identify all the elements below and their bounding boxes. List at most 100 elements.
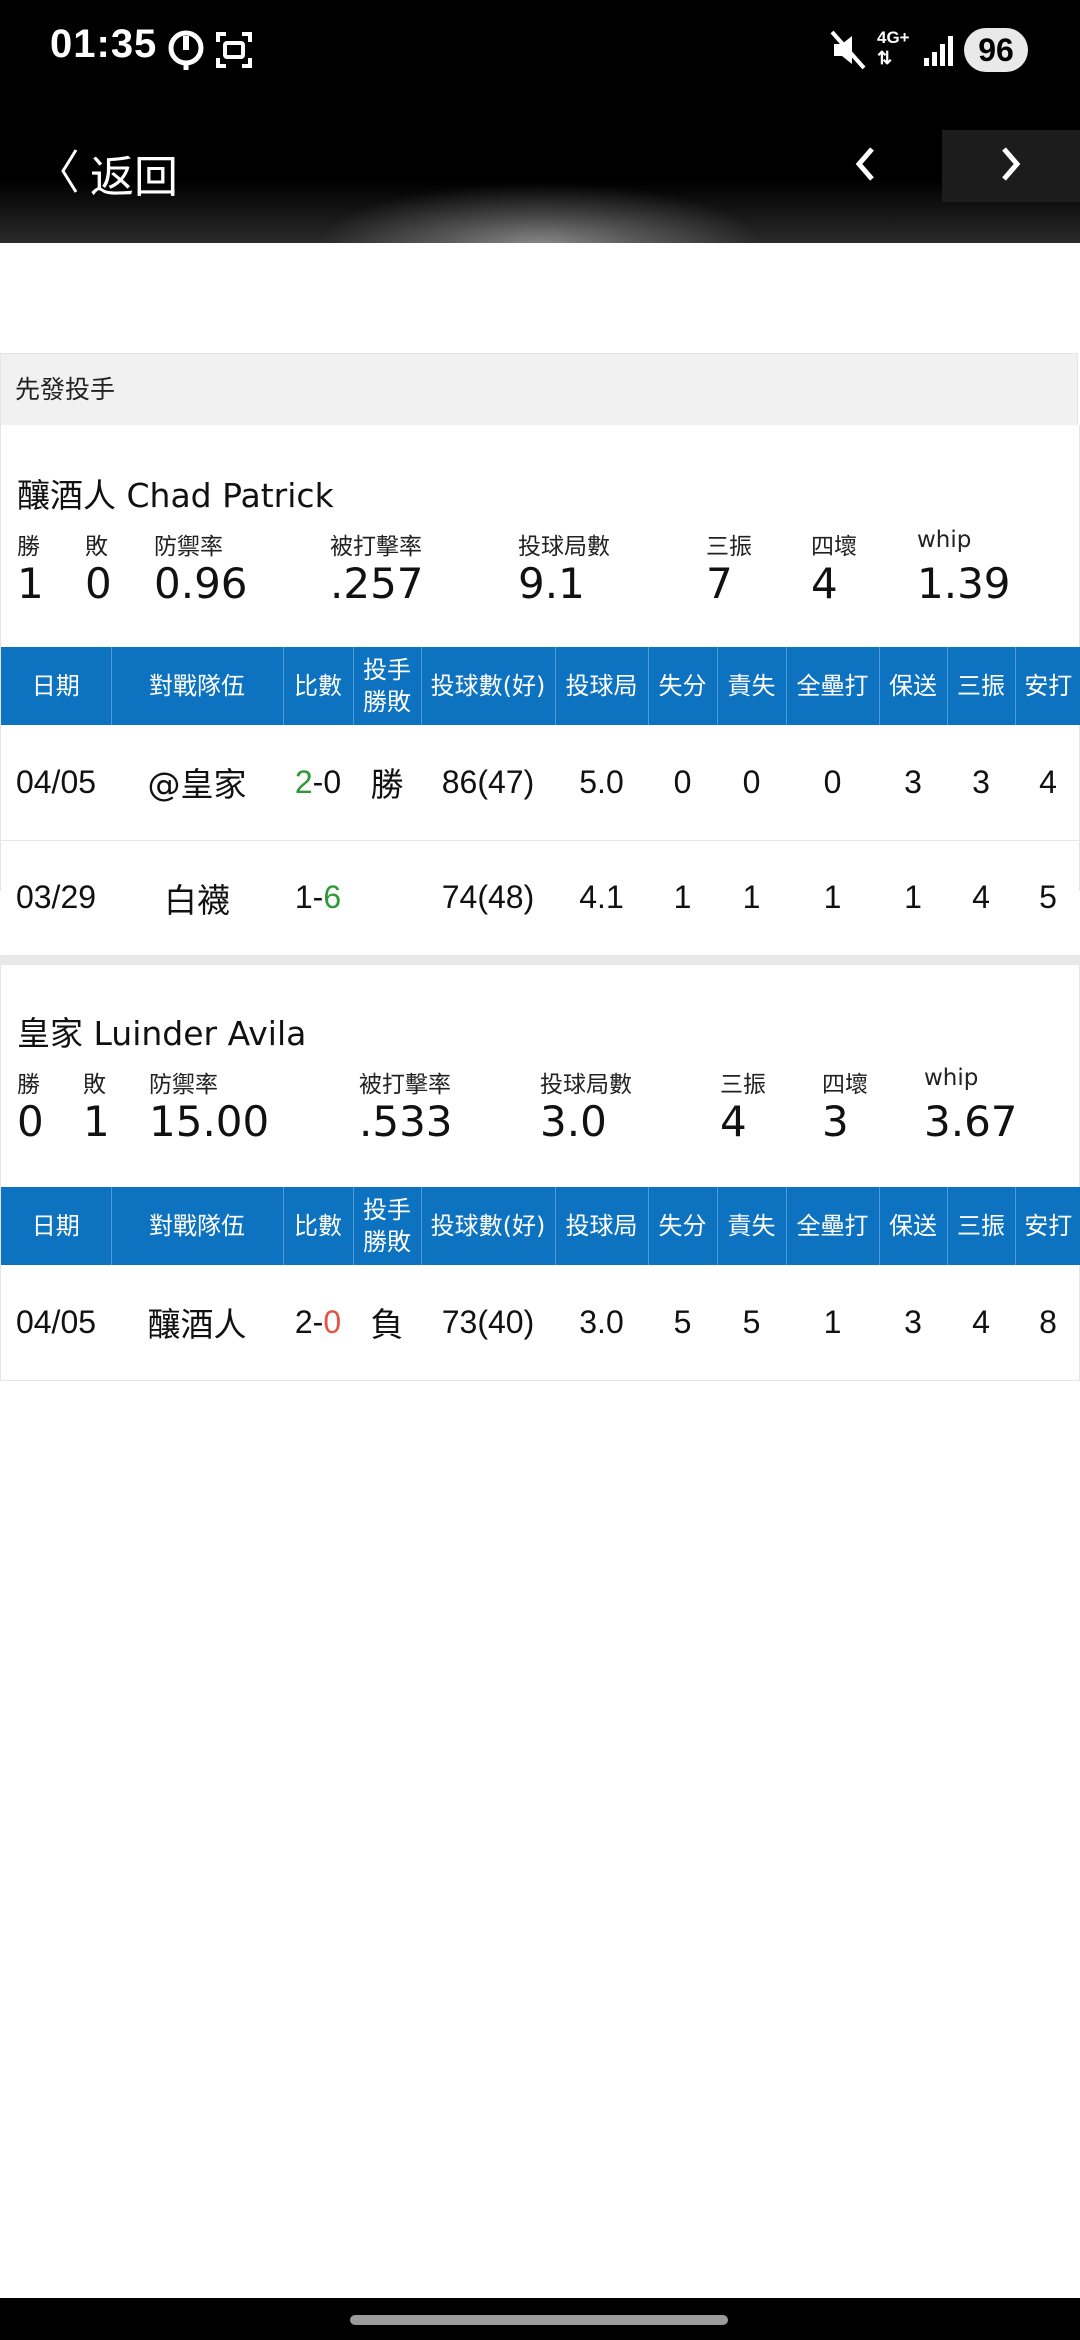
stat-value-avg: .533 bbox=[359, 1097, 453, 1146]
stat-label-so: 三振 bbox=[720, 1072, 766, 1098]
col-header-date: 日期 bbox=[1, 647, 112, 725]
section-divider bbox=[0, 956, 1080, 965]
cell-score: 1-6 bbox=[283, 840, 353, 956]
cell-ip: 5.0 bbox=[555, 725, 648, 841]
cell-date: 04/05 bbox=[1, 1265, 111, 1381]
table-row[interactable]: 03/29 白襪 1-6 74(48) 4.1 1 1 1 1 4 5 bbox=[1, 840, 1080, 956]
col-header-runs: 失分 bbox=[648, 647, 718, 725]
stat-label-losses: 敗 bbox=[85, 534, 108, 560]
cell-hits: 5 bbox=[1015, 840, 1080, 956]
stat-label-losses: 敗 bbox=[83, 1072, 106, 1098]
col-header-runs: 失分 bbox=[648, 1187, 718, 1265]
col-header-score: 比數 bbox=[283, 647, 354, 725]
network-4g-icon: 4G+ ⇅ bbox=[877, 28, 910, 68]
chevron-right-icon bbox=[998, 144, 1024, 188]
chevron-left-icon bbox=[58, 146, 80, 200]
cell-bb: 3 bbox=[879, 1265, 947, 1381]
table-header-row: 日期 對戰隊伍 比數 投手勝敗 投球數(好) 投球局 失分 責失 全壘打 保送 … bbox=[1, 647, 1080, 725]
pitcher-name: 皇家 Luinder Avila bbox=[17, 1014, 307, 1053]
stat-label-wins: 勝 bbox=[17, 1072, 40, 1098]
cell-opponent: @皇家 bbox=[111, 725, 283, 841]
game-log-table: 日期 對戰隊伍 比數 投手勝敗 投球數(好) 投球局 失分 責失 全壘打 保送 … bbox=[1, 1187, 1080, 1381]
table-row[interactable]: 04/05 @皇家 2-0 勝 86(47) 5.0 0 0 0 3 3 4 bbox=[1, 725, 1080, 841]
back-label: 返回 bbox=[90, 152, 178, 203]
stat-label-whip: whip bbox=[924, 1065, 979, 1091]
cell-score: 2-0 bbox=[283, 725, 353, 841]
game-log-table: 日期 對戰隊伍 比數 投手勝敗 投球數(好) 投球局 失分 責失 全壘打 保送 … bbox=[1, 647, 1080, 956]
cell-decision: 負 bbox=[353, 1265, 421, 1381]
stat-value-ip: 9.1 bbox=[518, 559, 585, 608]
stat-value-so: 7 bbox=[706, 559, 733, 608]
stat-value-bb: 3 bbox=[822, 1097, 849, 1146]
status-time: 01:35 bbox=[50, 22, 158, 66]
next-button[interactable] bbox=[942, 130, 1080, 202]
col-header-bb: 保送 bbox=[879, 1187, 948, 1265]
battery-indicator: 96 bbox=[964, 28, 1028, 72]
cell-pitches: 74(48) bbox=[421, 840, 555, 956]
screenshot-icon bbox=[214, 28, 254, 76]
cell-so: 4 bbox=[947, 1265, 1015, 1381]
cell-opponent: 白襪 bbox=[111, 840, 283, 956]
table-header-row: 日期 對戰隊伍 比數 投手勝敗 投球數(好) 投球局 失分 責失 全壘打 保送 … bbox=[1, 1187, 1080, 1265]
pitcher-card: 皇家 Luinder Avila 勝 敗 防禦率 被打擊率 投球局數 三振 四壞… bbox=[0, 965, 1080, 1381]
stat-label-whip: whip bbox=[917, 527, 972, 553]
cell-hr: 0 bbox=[786, 725, 879, 841]
previous-button[interactable] bbox=[825, 130, 905, 202]
score-b: 6 bbox=[323, 879, 342, 915]
cell-runs: 1 bbox=[648, 840, 717, 956]
stat-value-era: 0.96 bbox=[154, 559, 248, 608]
cell-opponent: 釀酒人 bbox=[111, 1265, 283, 1381]
stat-label-era: 防禦率 bbox=[154, 534, 223, 560]
score-b: 0 bbox=[323, 763, 342, 800]
home-indicator[interactable] bbox=[350, 2315, 728, 2325]
col-header-decision-label: 投手勝敗 bbox=[363, 656, 411, 716]
col-header-bb: 保送 bbox=[879, 647, 948, 725]
score-a: 2 bbox=[294, 763, 313, 800]
cell-bb: 1 bbox=[879, 840, 947, 956]
cell-date: 04/05 bbox=[1, 725, 111, 841]
stat-label-so: 三振 bbox=[706, 534, 752, 560]
stat-value-so: 4 bbox=[720, 1097, 747, 1146]
cell-runs: 0 bbox=[648, 725, 717, 841]
col-header-earned-runs: 責失 bbox=[717, 647, 787, 725]
cell-earned-runs: 1 bbox=[717, 840, 786, 956]
cell-hr: 1 bbox=[786, 840, 879, 956]
cell-date: 03/29 bbox=[1, 840, 111, 956]
cell-so: 4 bbox=[947, 840, 1015, 956]
col-header-earned-runs: 責失 bbox=[717, 1187, 787, 1265]
cell-ip: 4.1 bbox=[555, 840, 648, 956]
section-title: 先發投手 bbox=[0, 353, 1078, 425]
cell-ip: 3.0 bbox=[555, 1265, 648, 1381]
col-header-hits: 安打 bbox=[1015, 647, 1080, 725]
col-header-decision: 投手勝敗 bbox=[353, 1187, 422, 1265]
cell-hits: 8 bbox=[1015, 1265, 1080, 1381]
stat-value-avg: .257 bbox=[330, 559, 424, 608]
col-header-hr: 全壘打 bbox=[786, 1187, 880, 1265]
col-header-ip: 投球局 bbox=[555, 1187, 649, 1265]
cell-score: 2-0 bbox=[283, 1265, 353, 1381]
table-row[interactable]: 04/05 釀酒人 2-0 負 73(40) 3.0 5 5 1 3 4 8 bbox=[1, 1265, 1080, 1381]
cell-hr: 1 bbox=[786, 1265, 879, 1381]
col-header-so: 三振 bbox=[947, 647, 1016, 725]
col-header-decision: 投手勝敗 bbox=[353, 647, 422, 725]
stat-label-wins: 勝 bbox=[17, 534, 40, 560]
pitcher-card: 釀酒人 Chad Patrick 勝 敗 防禦率 被打擊率 投球局數 三振 四壞… bbox=[0, 425, 1080, 956]
back-button[interactable]: 返回 bbox=[58, 133, 178, 213]
nav-bar: 返回 bbox=[0, 105, 1080, 243]
col-header-ip: 投球局 bbox=[555, 647, 649, 725]
score-b: 0 bbox=[323, 1303, 342, 1340]
pitcher-name: 釀酒人 Chad Patrick bbox=[17, 476, 334, 515]
cell-so: 3 bbox=[947, 725, 1015, 841]
stat-label-era: 防禦率 bbox=[149, 1072, 218, 1098]
mute-icon bbox=[830, 28, 866, 76]
stat-value-wins: 0 bbox=[17, 1097, 44, 1146]
col-header-hr: 全壘打 bbox=[786, 647, 880, 725]
score-a: 1 bbox=[294, 879, 313, 915]
network-label: 4G+ bbox=[877, 28, 910, 47]
cell-decision: 勝 bbox=[353, 725, 421, 841]
stat-label-avg: 被打擊率 bbox=[359, 1072, 451, 1098]
col-header-pitches: 投球數(好) bbox=[421, 1187, 556, 1265]
col-header-decision-label: 投手勝敗 bbox=[363, 1196, 411, 1256]
stat-value-era: 15.00 bbox=[149, 1097, 270, 1146]
stat-value-ip: 3.0 bbox=[540, 1097, 607, 1146]
